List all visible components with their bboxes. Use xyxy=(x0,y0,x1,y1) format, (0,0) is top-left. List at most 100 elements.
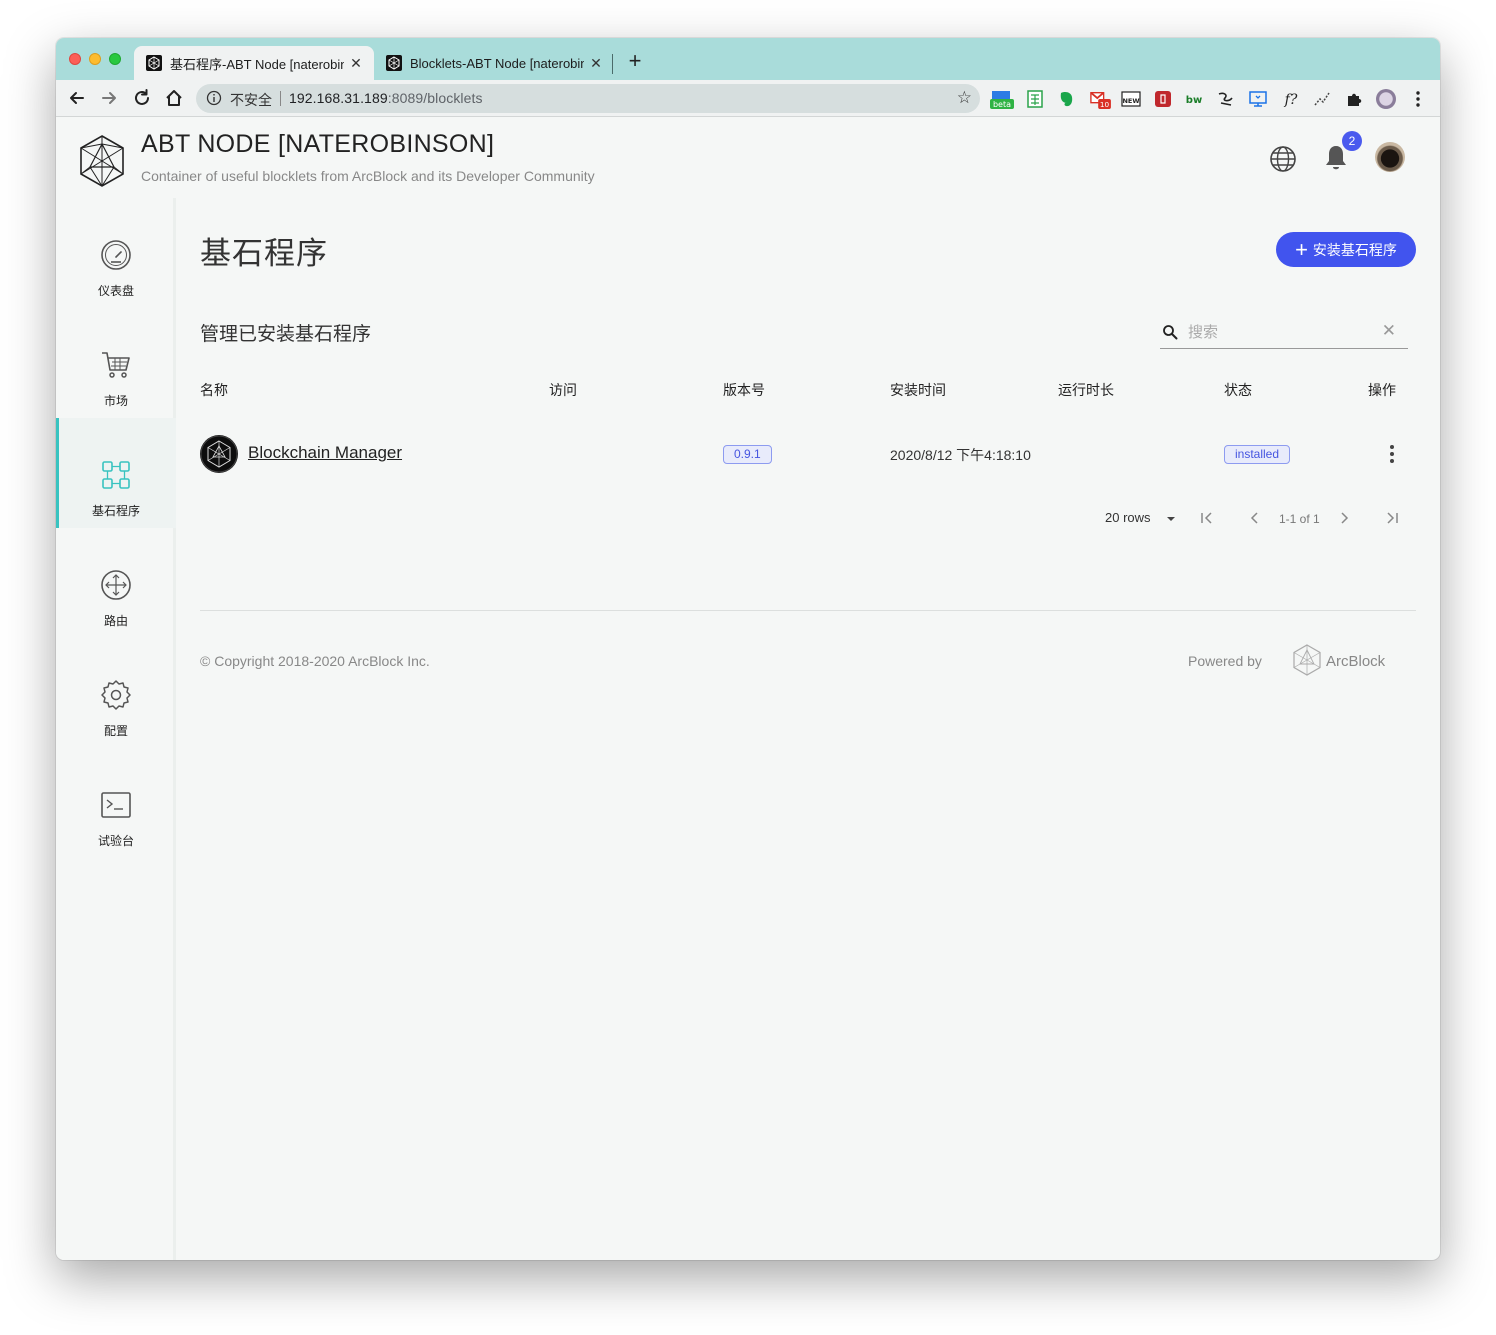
sidebar: 仪表盘 市场 基石程序 路由 配置 试验台 xyxy=(56,198,176,1260)
install-time: 2020/8/12 下午4:18:10 xyxy=(890,447,1031,463)
clear-search-icon[interactable]: ✕ xyxy=(1382,321,1396,341)
new-tab-button[interactable]: + xyxy=(624,50,646,73)
powered-by-text: Powered by xyxy=(1188,653,1262,669)
security-label: 不安全 xyxy=(230,92,272,108)
blocklet-name-link[interactable]: Blockchain Manager xyxy=(248,443,402,463)
url-separator xyxy=(280,91,281,106)
beta-badge: beta xyxy=(993,100,1011,109)
dashboard-icon xyxy=(101,240,131,270)
blocklets-icon xyxy=(102,461,130,489)
close-tab-icon[interactable]: ✕ xyxy=(588,55,604,72)
bw-icon[interactable]: bw xyxy=(1184,89,1204,109)
formula-badge: f? xyxy=(1284,92,1298,108)
maximize-window-button[interactable] xyxy=(109,53,121,65)
column-header-status[interactable]: 状态 xyxy=(1224,380,1252,400)
menu-icon[interactable] xyxy=(1408,89,1428,109)
forward-arrow-icon[interactable] xyxy=(98,87,120,109)
column-header-actions[interactable]: 操作 xyxy=(1368,380,1396,400)
info-icon[interactable] xyxy=(206,90,222,106)
news-icon[interactable]: NEW xyxy=(1121,89,1141,109)
home-icon[interactable] xyxy=(163,87,185,109)
page-range: 1-1 of 1 xyxy=(1279,512,1320,526)
column-header-installed-at[interactable]: 安装时间 xyxy=(890,380,946,400)
main-content: 基石程序 + 安装基石程序 管理已安装基石程序 ✕ 名称 访问 版本号 安装时间… xyxy=(200,198,1416,1260)
abt-favicon-icon xyxy=(146,55,162,71)
browser-toolbar: 不安全 192.168.31.189:8089/blocklets ☆ beta… xyxy=(56,80,1440,117)
app-header: ABT NODE [NATEROBINSON] Container of use… xyxy=(56,118,1440,198)
beta-extension-icon[interactable]: beta xyxy=(990,89,1014,109)
tab-title: 基石程序-ABT Node [naterobinson] xyxy=(170,56,344,72)
page-title: 基石程序 xyxy=(200,236,328,271)
address-bar[interactable]: 不安全 192.168.31.189:8089/blocklets ☆ xyxy=(196,84,980,113)
copyright-text: © Copyright 2018-2020 ArcBlock Inc. xyxy=(200,653,430,669)
rows-per-page-select[interactable]: 20 rows xyxy=(1105,510,1151,525)
formula-icon[interactable]: f? xyxy=(1281,89,1301,109)
bookmark-star-icon[interactable]: ☆ xyxy=(957,88,972,108)
search-icon xyxy=(1163,325,1178,340)
sidebar-item-label: 试验台 xyxy=(97,834,134,848)
router-icon xyxy=(101,570,131,600)
tab-title: Blocklets-ABT Node [naterobinson] xyxy=(410,55,584,71)
url-host: 192.168.31.189 xyxy=(289,90,388,106)
footer-divider xyxy=(200,610,1416,611)
tab-inactive[interactable]: Blocklets-ABT Node [naterobinson] ✕ xyxy=(374,46,614,80)
sidebar-item-label: 基石程序 xyxy=(91,504,140,518)
sidebar-item-market[interactable]: 市场 xyxy=(56,308,176,418)
previous-page-icon[interactable] xyxy=(1245,508,1265,528)
tab-active[interactable]: 基石程序-ABT Node [naterobinson] ✕ xyxy=(134,46,374,80)
puzzle-icon[interactable] xyxy=(1344,89,1364,109)
bw-badge: bw xyxy=(1186,95,1202,106)
evernote-icon[interactable] xyxy=(1056,89,1076,109)
next-page-icon[interactable] xyxy=(1334,508,1354,528)
sidebar-item-dashboard[interactable]: 仪表盘 xyxy=(56,198,176,308)
url-text[interactable]: 192.168.31.189:8089/blocklets xyxy=(289,90,483,106)
back-arrow-icon[interactable] xyxy=(66,87,88,109)
browser-window: 基石程序-ABT Node [naterobinson] ✕ Blocklets… xyxy=(56,38,1440,1260)
sidebar-item-blocklets[interactable]: 基石程序 xyxy=(56,418,176,528)
gmail-badge: 10 xyxy=(1100,100,1110,109)
first-page-icon[interactable] xyxy=(1197,508,1217,528)
last-page-icon[interactable] xyxy=(1382,508,1402,528)
screen-icon[interactable] xyxy=(1248,89,1268,109)
more-actions-icon[interactable] xyxy=(1382,441,1402,467)
search-input[interactable] xyxy=(1188,320,1368,344)
news-badge: NEW xyxy=(1122,97,1139,105)
search-field[interactable]: ✕ xyxy=(1160,316,1408,349)
install-blocklet-button[interactable]: + 安装基石程序 xyxy=(1276,232,1416,267)
column-header-name[interactable]: 名称 xyxy=(200,380,228,400)
red-bookmark-icon[interactable] xyxy=(1153,89,1173,109)
avatar[interactable] xyxy=(1375,142,1405,172)
settings-icon xyxy=(101,680,131,710)
gmail-icon[interactable]: 10 xyxy=(1088,89,1112,109)
column-header-uptime[interactable]: 运行时长 xyxy=(1058,380,1114,400)
dropdown-caret-icon[interactable] xyxy=(1161,509,1181,529)
sheets-icon[interactable] xyxy=(1025,89,1045,109)
cart-icon xyxy=(102,352,130,378)
reload-icon[interactable] xyxy=(131,87,153,109)
sidebar-item-label: 市场 xyxy=(103,394,128,408)
arcblock-brand-text[interactable]: ArcBlock xyxy=(1326,653,1385,670)
minimize-window-button[interactable] xyxy=(89,53,101,65)
globe-icon[interactable] xyxy=(1268,144,1298,174)
column-header-access[interactable]: 访问 xyxy=(549,380,577,400)
sidebar-item-label: 配置 xyxy=(103,724,128,738)
notification-badge: 2 xyxy=(1342,131,1362,151)
sidebar-item-router[interactable]: 路由 xyxy=(56,528,176,638)
install-button-label: 安装基石程序 xyxy=(1312,241,1397,258)
path-icon[interactable] xyxy=(1312,89,1332,109)
sidebar-item-settings[interactable]: 配置 xyxy=(56,638,176,748)
blocklet-logo-icon xyxy=(200,435,238,473)
scribble-icon[interactable] xyxy=(1216,89,1236,109)
profile-icon[interactable] xyxy=(1376,89,1396,109)
close-tab-icon[interactable]: ✕ xyxy=(348,55,364,72)
column-header-version[interactable]: 版本号 xyxy=(723,380,765,400)
sidebar-item-playground[interactable]: 试验台 xyxy=(56,748,176,858)
app-title: ABT NODE [NATEROBINSON] xyxy=(141,130,495,158)
abt-favicon-icon xyxy=(386,55,402,71)
arcblock-logo-icon[interactable] xyxy=(1292,644,1322,676)
sidebar-item-label: 路由 xyxy=(103,614,128,628)
table-row: Blockchain Manager 0.9.1 2020/8/12 下午4:1… xyxy=(200,433,1416,483)
status-badge: installed xyxy=(1224,445,1291,464)
close-window-button[interactable] xyxy=(69,53,81,65)
sidebar-item-label: 仪表盘 xyxy=(97,284,134,298)
